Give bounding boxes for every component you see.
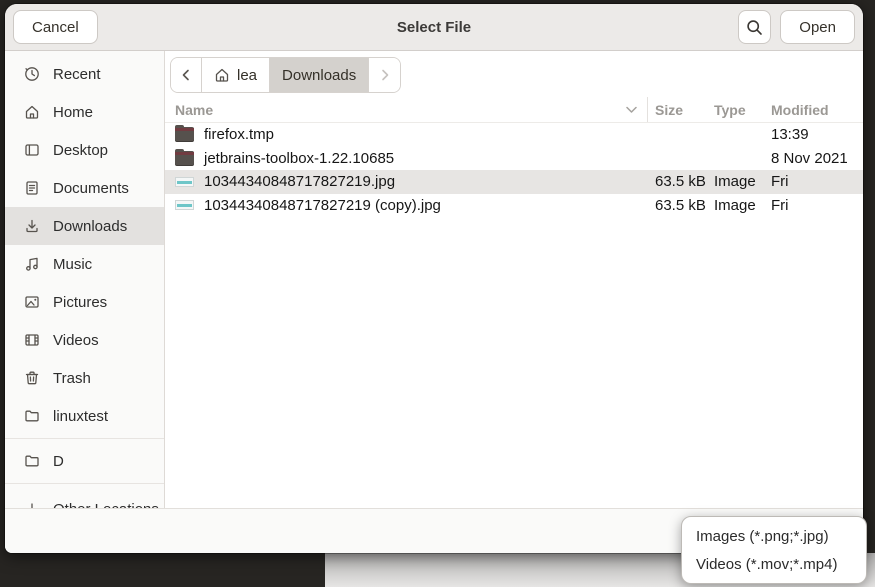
path-segment-home[interactable]: lea (202, 58, 270, 92)
column-header-size[interactable]: Size (648, 102, 714, 118)
home-icon (214, 67, 230, 83)
path-segment-downloads[interactable]: Downloads (270, 58, 369, 92)
music-note-icon (24, 256, 40, 272)
sidebar-item-documents[interactable]: Documents (5, 169, 164, 207)
document-icon (24, 180, 40, 196)
file-name: 10344340848717827219 (copy).jpg (204, 197, 441, 214)
chevron-right-icon (380, 69, 390, 81)
file-type: Image (714, 197, 771, 214)
sidebar-separator (5, 483, 164, 484)
sidebar-item-downloads[interactable]: Downloads (5, 207, 164, 245)
filter-option-videos[interactable]: Videos (*.mov;*.mp4) (682, 550, 866, 578)
image-thumbnail-icon (175, 200, 194, 210)
column-label: Name (175, 102, 213, 118)
forward-button[interactable] (369, 58, 400, 92)
file-row-jetbrains-toolbox[interactable]: jetbrains-toolbox-1.22.10685 8 Nov 2021 (165, 147, 863, 171)
dialog-title: Select File (5, 19, 863, 36)
file-modified: 13:39 (771, 126, 863, 143)
sidebar-item-label: D (53, 453, 64, 470)
sidebar-item-label: Recent (53, 66, 101, 83)
file-name: 10344340848717827219.jpg (204, 173, 395, 190)
list-column-headers: Name Size Type Modified (165, 97, 863, 123)
sidebar-separator (5, 438, 164, 439)
sidebar-item-label: linuxtest (53, 408, 108, 425)
sidebar-item-trash[interactable]: Trash (5, 359, 164, 397)
column-header-type[interactable]: Type (714, 102, 771, 118)
folder-icon (175, 127, 194, 142)
file-list: firefox.tmp 13:39 jetbrains-toolbox-1.22… (165, 123, 863, 508)
download-icon (24, 218, 40, 234)
sidebar-item-recent[interactable]: Recent (5, 55, 164, 93)
desktop-icon (24, 142, 40, 158)
file-modified: Fri (771, 173, 863, 190)
sidebar-item-music[interactable]: Music (5, 245, 164, 283)
search-icon (746, 19, 763, 36)
file-modified: Fri (771, 197, 863, 214)
back-button[interactable] (171, 58, 202, 92)
path-bar: lea Downloads (170, 57, 401, 93)
picture-icon (24, 294, 40, 310)
sidebar-item-label: Other Locations (53, 501, 159, 509)
film-icon (24, 332, 40, 348)
home-icon (24, 104, 40, 120)
open-button[interactable]: Open (780, 10, 855, 44)
search-button[interactable] (738, 10, 771, 44)
sidebar-item-label: Trash (53, 370, 91, 387)
sidebar-item-linuxtest[interactable]: linuxtest (5, 397, 164, 435)
sidebar-item-label: Downloads (53, 218, 127, 235)
file-name: jetbrains-toolbox-1.22.10685 (204, 150, 394, 167)
column-header-name[interactable]: Name (165, 97, 648, 122)
trash-icon (24, 370, 40, 386)
chevron-left-icon (181, 69, 191, 81)
cancel-button[interactable]: Cancel (13, 10, 98, 44)
file-row-jpg-selected[interactable]: 10344340848717827219.jpg 63.5 kB Image F… (165, 170, 863, 194)
sidebar-item-videos[interactable]: Videos (5, 321, 164, 359)
sidebar-item-label: Videos (53, 332, 99, 349)
sidebar-item-other-locations[interactable]: Other Locations (5, 490, 164, 508)
chevron-down-icon (625, 105, 638, 114)
sidebar-item-label: Desktop (53, 142, 108, 159)
file-modified: 8 Nov 2021 (771, 150, 863, 167)
sidebar-item-desktop[interactable]: Desktop (5, 131, 164, 169)
filter-option-images[interactable]: Images (*.png;*.jpg) (682, 522, 866, 550)
file-row-jpg-copy[interactable]: 10344340848717827219 (copy).jpg 63.5 kB … (165, 194, 863, 218)
file-browser-pane: lea Downloads Name Size (165, 51, 863, 508)
sidebar-item-d[interactable]: D (5, 442, 164, 480)
file-type: Image (714, 173, 771, 190)
sidebar-item-label: Pictures (53, 294, 107, 311)
other-locations-icon (24, 501, 40, 508)
column-header-modified[interactable]: Modified (771, 102, 863, 118)
sidebar-item-label: Music (53, 256, 92, 273)
file-name: firefox.tmp (204, 126, 274, 143)
path-segment-label: Downloads (282, 67, 356, 84)
clock-icon (24, 66, 40, 82)
sidebar-item-pictures[interactable]: Pictures (5, 283, 164, 321)
file-filter-popup: Images (*.png;*.jpg) Videos (*.mov;*.mp4… (681, 516, 867, 584)
folder-icon (175, 151, 194, 166)
folder-icon (24, 453, 40, 469)
file-chooser-dialog: Cancel Select File Open Recent Home (5, 4, 863, 553)
sidebar-item-home[interactable]: Home (5, 93, 164, 131)
image-thumbnail-icon (175, 177, 194, 187)
places-sidebar: Recent Home Desktop Documents Downloads (5, 51, 165, 508)
sidebar-item-label: Home (53, 104, 93, 121)
file-size: 63.5 kB (648, 173, 714, 190)
path-segment-label: lea (237, 67, 257, 84)
header-bar: Cancel Select File Open (5, 4, 863, 51)
file-size: 63.5 kB (648, 197, 714, 214)
sidebar-item-label: Documents (53, 180, 129, 197)
folder-icon (24, 408, 40, 424)
file-row-firefox-tmp[interactable]: firefox.tmp 13:39 (165, 123, 863, 147)
